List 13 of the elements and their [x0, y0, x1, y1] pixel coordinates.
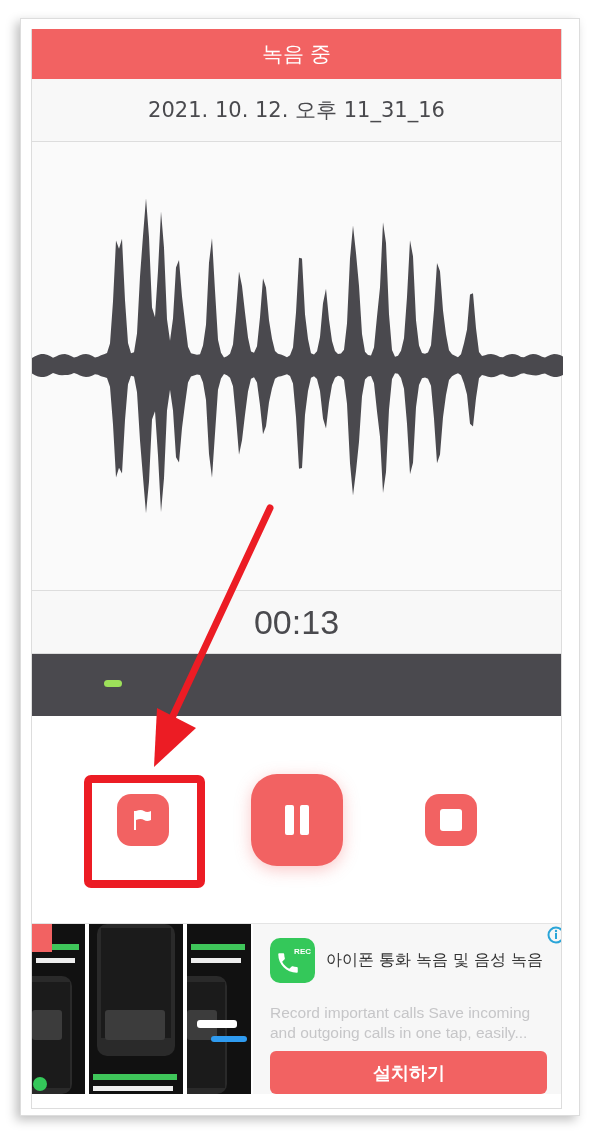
screen-title: 녹음 중: [261, 41, 332, 68]
flag-button[interactable]: [116, 793, 169, 846]
elapsed-time: 00:13: [253, 602, 340, 642]
info-icon[interactable]: [547, 926, 561, 944]
stop-button[interactable]: [424, 793, 477, 846]
app-icon: REC: [270, 938, 315, 983]
install-button[interactable]: 설치하기: [270, 1051, 547, 1094]
app-title: 아이폰 통화 녹음 및 음성 녹음: [326, 950, 544, 971]
pause-icon: [284, 804, 309, 835]
stop-icon: [439, 808, 462, 831]
recording-name: 2021. 10. 12. 오후 11_31_16: [148, 97, 445, 124]
pause-button[interactable]: [250, 773, 343, 866]
flag-icon: [132, 808, 153, 831]
